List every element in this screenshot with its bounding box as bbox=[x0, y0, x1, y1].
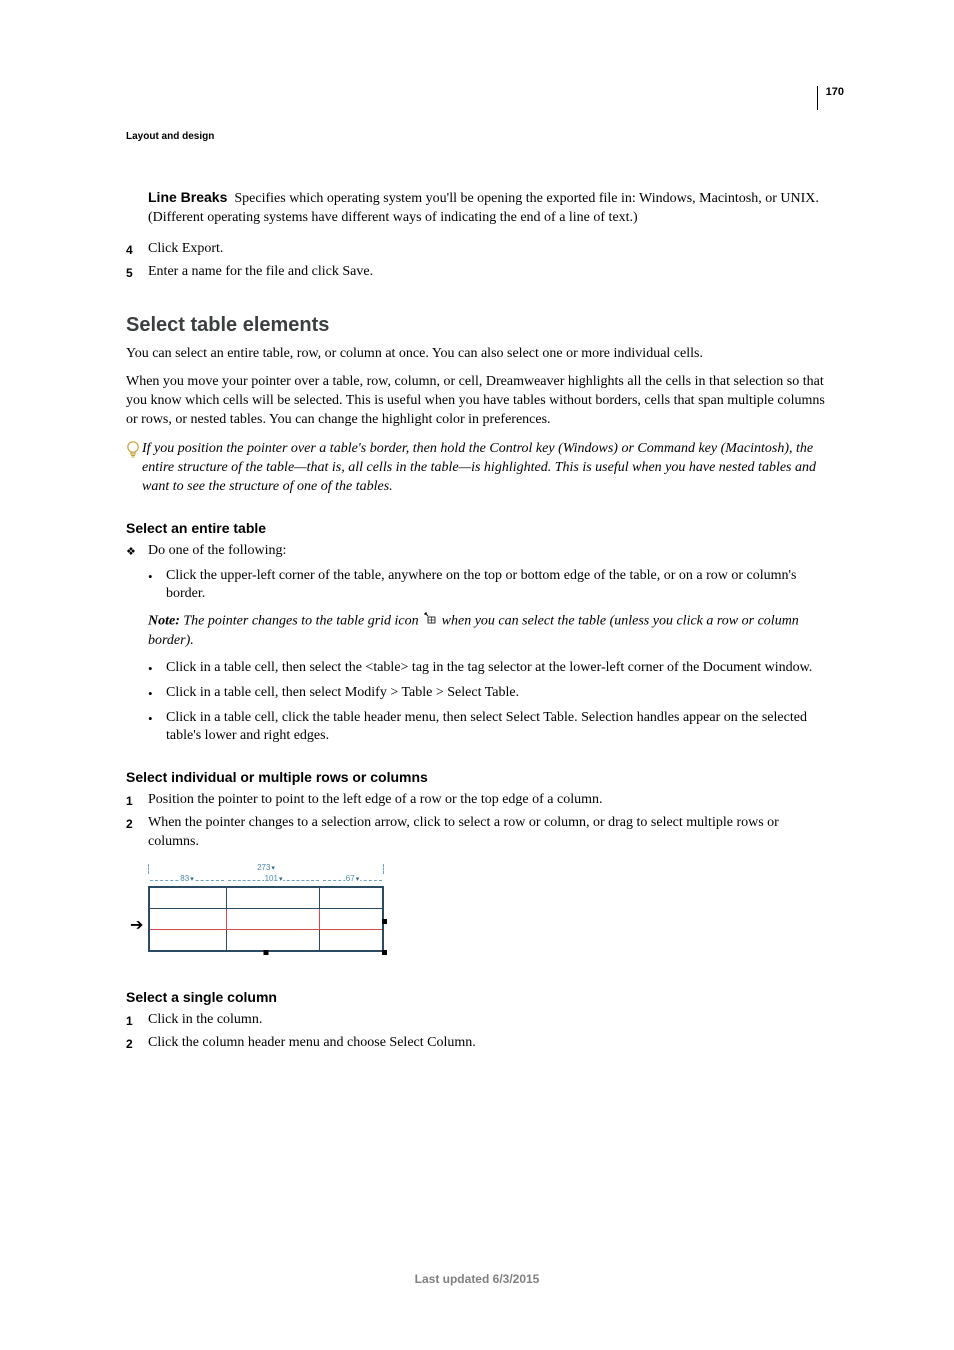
entire-table-bullets-2: • Click in a table cell, then select the… bbox=[148, 659, 828, 747]
table-row bbox=[149, 929, 383, 951]
ruler-columns: 83▾ 101▾ 67▾ bbox=[148, 876, 384, 886]
step-number: 1 bbox=[126, 1011, 148, 1030]
step-number: 2 bbox=[126, 1034, 148, 1053]
resize-handle-icon bbox=[382, 919, 387, 924]
dropdown-icon: ▾ bbox=[271, 865, 275, 872]
example-table bbox=[148, 886, 384, 952]
section1-p2: When you move your pointer over a table,… bbox=[126, 373, 828, 430]
table-grid-icon bbox=[424, 612, 436, 631]
table-selection-figure: 273▾ 83▾ 101▾ 67▾ ➔ bbox=[148, 864, 384, 952]
step-5: 5 Enter a name for the file and click Sa… bbox=[126, 263, 828, 282]
heading-select-table-elements: Select table elements bbox=[126, 312, 828, 339]
page-number-text: 170 bbox=[826, 86, 844, 98]
line-breaks-text: Specifies which operating system you'll … bbox=[148, 191, 819, 225]
list-item: • Click in a table cell, click the table… bbox=[148, 709, 828, 747]
step-1: 1 Click in the column. bbox=[126, 1011, 828, 1030]
ruler-col3: 67▾ bbox=[321, 876, 384, 886]
section1-p1: You can select an entire table, row, or … bbox=[126, 345, 828, 364]
note-text-a: The pointer changes to the table grid ic… bbox=[183, 614, 418, 629]
step-1: 1 Position the pointer to point to the l… bbox=[126, 791, 828, 810]
row-select-arrow-icon: ➔ bbox=[130, 915, 143, 937]
heading-select-rows-columns: Select individual or multiple rows or co… bbox=[126, 768, 828, 787]
entire-table-bullets: • Click the upper-left corner of the tab… bbox=[148, 567, 828, 605]
do-one-row: ❖ Do one of the following: bbox=[126, 542, 828, 561]
ruler-col3-value: 67 bbox=[346, 874, 355, 883]
column-width-ruler: 273▾ 83▾ 101▾ 67▾ bbox=[148, 864, 384, 886]
resize-handle-icon bbox=[264, 950, 269, 955]
bullet-text: Click in a table cell, then select the <… bbox=[166, 659, 812, 678]
diamond-bullet-icon: ❖ bbox=[126, 542, 148, 561]
step-text: Click the column header menu and choose … bbox=[148, 1034, 828, 1053]
tip-block: If you position the pointer over a table… bbox=[126, 440, 828, 497]
dropdown-icon: ▾ bbox=[279, 876, 283, 883]
note-row: Note: The pointer changes to the table g… bbox=[148, 612, 828, 650]
line-breaks-para: Line Breaks Specifies which operating sy… bbox=[148, 188, 828, 228]
table-wrapper: ➔ bbox=[148, 886, 384, 952]
step-number: 2 bbox=[126, 814, 148, 852]
list-item: • Click the upper-left corner of the tab… bbox=[148, 567, 828, 605]
content: Line Breaks Specifies which operating sy… bbox=[126, 0, 828, 1053]
step-number: 4 bbox=[126, 240, 148, 259]
page-number: 170 bbox=[817, 86, 844, 110]
list-item: • Click in a table cell, then select the… bbox=[148, 659, 828, 678]
ruler-col2: 101▾ bbox=[226, 876, 321, 886]
step-text: Click in the column. bbox=[148, 1011, 828, 1030]
step-number: 5 bbox=[126, 263, 148, 282]
bullet-icon: • bbox=[148, 659, 166, 678]
heading-select-entire-table: Select an entire table bbox=[126, 519, 828, 538]
table-row bbox=[149, 887, 383, 909]
footer-last-updated: Last updated 6/3/2015 bbox=[0, 1272, 954, 1286]
ruler-total-label: 273▾ bbox=[255, 863, 277, 874]
export-steps: 4 Click Export. 5 Enter a name for the f… bbox=[126, 240, 828, 282]
bullet-icon: • bbox=[148, 567, 166, 605]
bullet-text: Click in a table cell, then select Modif… bbox=[166, 684, 519, 703]
table-row-selected bbox=[149, 908, 383, 929]
note-label: Note: bbox=[148, 614, 180, 629]
step-4: 4 Click Export. bbox=[126, 240, 828, 259]
page: 170 Layout and design Line Breaks Specif… bbox=[0, 0, 954, 1350]
tip-text: If you position the pointer over a table… bbox=[142, 440, 828, 497]
ruler-col1: 83▾ bbox=[148, 876, 226, 886]
ruler-col1-value: 83 bbox=[180, 874, 189, 883]
bullet-icon: • bbox=[148, 709, 166, 747]
bullet-icon: • bbox=[148, 684, 166, 703]
step-2: 2 Click the column header menu and choos… bbox=[126, 1034, 828, 1053]
heading-select-single-column: Select a single column bbox=[126, 988, 828, 1007]
step-text: Position the pointer to point to the lef… bbox=[148, 791, 828, 810]
ruler-col2-value: 101 bbox=[265, 874, 278, 883]
step-number: 1 bbox=[126, 791, 148, 810]
dropdown-icon: ▾ bbox=[356, 876, 360, 883]
single-col-steps: 1 Click in the column. 2 Click the colum… bbox=[126, 1011, 828, 1053]
dropdown-icon: ▾ bbox=[190, 876, 194, 883]
ruler-total-value: 273 bbox=[257, 863, 270, 872]
line-breaks-block: Line Breaks Specifies which operating sy… bbox=[148, 188, 828, 228]
bullet-text: Click the upper-left corner of the table… bbox=[166, 567, 828, 605]
step-2: 2 When the pointer changes to a selectio… bbox=[126, 814, 828, 852]
step-text: Enter a name for the file and click Save… bbox=[148, 263, 828, 282]
running-head: Layout and design bbox=[126, 131, 214, 142]
lightbulb-icon bbox=[126, 440, 142, 497]
bullet-text: Click in a table cell, click the table h… bbox=[166, 709, 828, 747]
ruler-total: 273▾ bbox=[148, 864, 384, 874]
step-text: When the pointer changes to a selection … bbox=[148, 814, 828, 852]
resize-handle-icon bbox=[382, 950, 387, 955]
line-breaks-label: Line Breaks bbox=[148, 189, 227, 205]
rows-cols-steps: 1 Position the pointer to point to the l… bbox=[126, 791, 828, 852]
list-item: • Click in a table cell, then select Mod… bbox=[148, 684, 828, 703]
do-one-text: Do one of the following: bbox=[148, 542, 286, 561]
step-text: Click Export. bbox=[148, 240, 828, 259]
